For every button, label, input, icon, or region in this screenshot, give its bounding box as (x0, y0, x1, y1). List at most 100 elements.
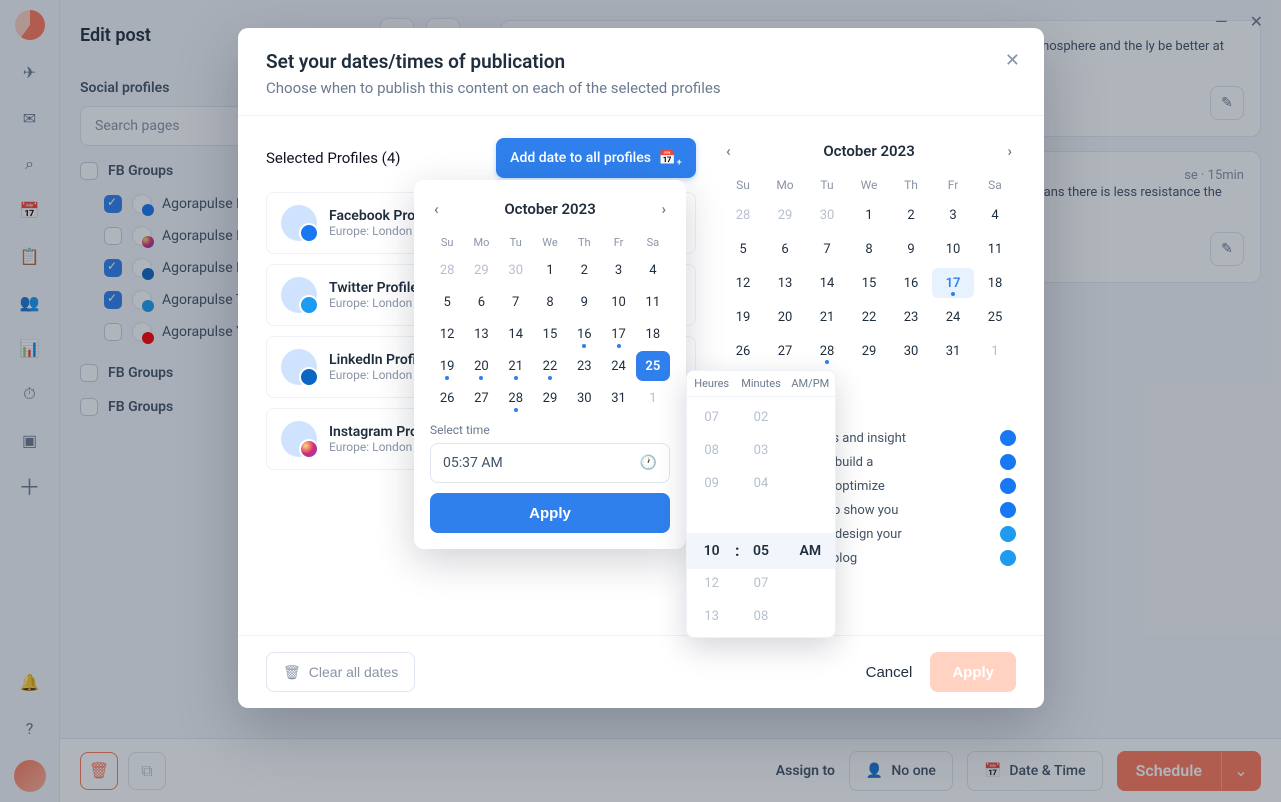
cal-day[interactable]: 6 (764, 234, 806, 264)
picker-day[interactable]: 16 (567, 319, 601, 349)
ampm-selected: AM (786, 543, 835, 559)
picker-day[interactable]: 14 (499, 319, 533, 349)
picker-day[interactable]: 18 (636, 319, 670, 349)
picker-day[interactable]: 31 (601, 383, 635, 413)
picker-day[interactable]: 4 (636, 255, 670, 285)
cal-day[interactable]: 2 (890, 200, 932, 230)
hours-selected: 10 (687, 543, 736, 559)
tw-minutes-label: Minutes (736, 371, 785, 396)
cal-day[interactable]: 26 (722, 336, 764, 366)
picker-day[interactable]: 9 (567, 287, 601, 317)
cal-day[interactable]: 9 (890, 234, 932, 264)
picker-day[interactable]: 29 (464, 255, 498, 285)
picker-day[interactable]: 7 (499, 287, 533, 317)
picker-day[interactable]: 23 (567, 351, 601, 381)
cal-month-label: October 2023 (823, 142, 914, 160)
picker-day[interactable]: 8 (533, 287, 567, 317)
time-input[interactable]: 05:37 AM 🕐 (430, 443, 670, 483)
cal-day[interactable]: 21 (806, 302, 848, 332)
minutes-column[interactable]: 02 03 04 . 06 07 08 (736, 397, 785, 637)
picker-day[interactable]: 12 (430, 319, 464, 349)
picker-day[interactable]: 20 (464, 351, 498, 381)
picker-day[interactable]: 30 (567, 383, 601, 413)
cal-day[interactable]: 28 (806, 336, 848, 366)
cal-day[interactable]: 7 (806, 234, 848, 264)
cal-day[interactable]: 1 (974, 336, 1016, 366)
cal-day[interactable]: 15 (848, 268, 890, 298)
picker-prev-button[interactable]: ‹ (430, 196, 443, 222)
date-picker-popover: ‹ October 2023 › SuMoTuWeThFrSa282930123… (414, 180, 686, 549)
cal-day[interactable]: 5 (722, 234, 764, 264)
picker-day[interactable]: 11 (636, 287, 670, 317)
picker-day[interactable]: 1 (636, 383, 670, 413)
tw-ampm-label: AM/PM (786, 371, 835, 396)
trash-icon: 🗑 (283, 664, 301, 681)
cal-prev-button[interactable]: ‹ (722, 138, 735, 164)
cal-day[interactable]: 4 (974, 200, 1016, 230)
picker-day[interactable]: 1 (533, 255, 567, 285)
modal-apply-button[interactable]: Apply (930, 652, 1016, 692)
cal-day[interactable]: 14 (806, 268, 848, 298)
modal-close-button[interactable]: ✕ (1005, 50, 1020, 71)
right-calendar: ‹ October 2023 › SuMoTuWeThFrSa282930123… (722, 138, 1016, 366)
ampm-column[interactable]: . PM (786, 397, 835, 637)
modal-title: Set your dates/times of publication (266, 50, 1016, 73)
cal-day[interactable]: 20 (764, 302, 806, 332)
clear-all-dates-button[interactable]: 🗑 Clear all dates (266, 652, 415, 692)
cal-day[interactable]: 17 (932, 268, 974, 298)
cal-day[interactable]: 3 (932, 200, 974, 230)
cal-day[interactable]: 27 (764, 336, 806, 366)
calendar-add-icon: 📅₊ (659, 150, 682, 166)
picker-day[interactable]: 28 (499, 383, 533, 413)
cal-day[interactable]: 22 (848, 302, 890, 332)
modal-cancel-button[interactable]: Cancel (848, 664, 931, 681)
cal-day[interactable]: 8 (848, 234, 890, 264)
picker-day[interactable]: 17 (601, 319, 635, 349)
picker-day[interactable]: 13 (464, 319, 498, 349)
cal-day[interactable]: 25 (974, 302, 1016, 332)
selected-profiles-label: Selected Profiles (4) (266, 149, 400, 167)
picker-day[interactable]: 3 (601, 255, 635, 285)
picker-day[interactable]: 25 (636, 351, 670, 381)
picker-day[interactable]: 15 (533, 319, 567, 349)
cal-day[interactable]: 28 (722, 200, 764, 230)
cal-day[interactable]: 18 (974, 268, 1016, 298)
picker-day[interactable]: 29 (533, 383, 567, 413)
picker-next-button[interactable]: › (657, 196, 670, 222)
cal-day[interactable]: 11 (974, 234, 1016, 264)
picker-day[interactable]: 10 (601, 287, 635, 317)
cal-day[interactable]: 24 (932, 302, 974, 332)
cal-day[interactable]: 23 (890, 302, 932, 332)
picker-day[interactable]: 27 (464, 383, 498, 413)
picker-day[interactable]: 5 (430, 287, 464, 317)
picker-month-label: October 2023 (504, 200, 595, 218)
picker-day[interactable]: 19 (430, 351, 464, 381)
picker-day[interactable]: 22 (533, 351, 567, 381)
tw-hours-label: Heures (687, 371, 736, 396)
cal-day[interactable]: 12 (722, 268, 764, 298)
cal-day[interactable]: 16 (890, 268, 932, 298)
cal-next-button[interactable]: › (1003, 138, 1016, 164)
picker-day[interactable]: 28 (430, 255, 464, 285)
cal-day[interactable]: 13 (764, 268, 806, 298)
picker-day[interactable]: 2 (567, 255, 601, 285)
picker-day[interactable]: 30 (499, 255, 533, 285)
clock-icon: 🕐 (640, 455, 657, 471)
modal-subtitle: Choose when to publish this content on e… (266, 79, 1016, 97)
hours-column[interactable]: 07 08 09 . 11 12 13 (687, 397, 736, 637)
picker-day[interactable]: 21 (499, 351, 533, 381)
cal-day[interactable]: 30 (890, 336, 932, 366)
cal-day[interactable]: 31 (932, 336, 974, 366)
cal-day[interactable]: 30 (806, 200, 848, 230)
cal-day[interactable]: 19 (722, 302, 764, 332)
picker-apply-button[interactable]: Apply (430, 493, 670, 533)
picker-day[interactable]: 24 (601, 351, 635, 381)
picker-day[interactable]: 26 (430, 383, 464, 413)
time-wheel-popover: Heures Minutes AM/PM 07 08 09 . 11 12 13… (686, 370, 836, 638)
cal-day[interactable]: 10 (932, 234, 974, 264)
add-date-all-button[interactable]: Add date to all profiles 📅₊ (496, 138, 696, 178)
cal-day[interactable]: 29 (848, 336, 890, 366)
picker-day[interactable]: 6 (464, 287, 498, 317)
cal-day[interactable]: 1 (848, 200, 890, 230)
cal-day[interactable]: 29 (764, 200, 806, 230)
